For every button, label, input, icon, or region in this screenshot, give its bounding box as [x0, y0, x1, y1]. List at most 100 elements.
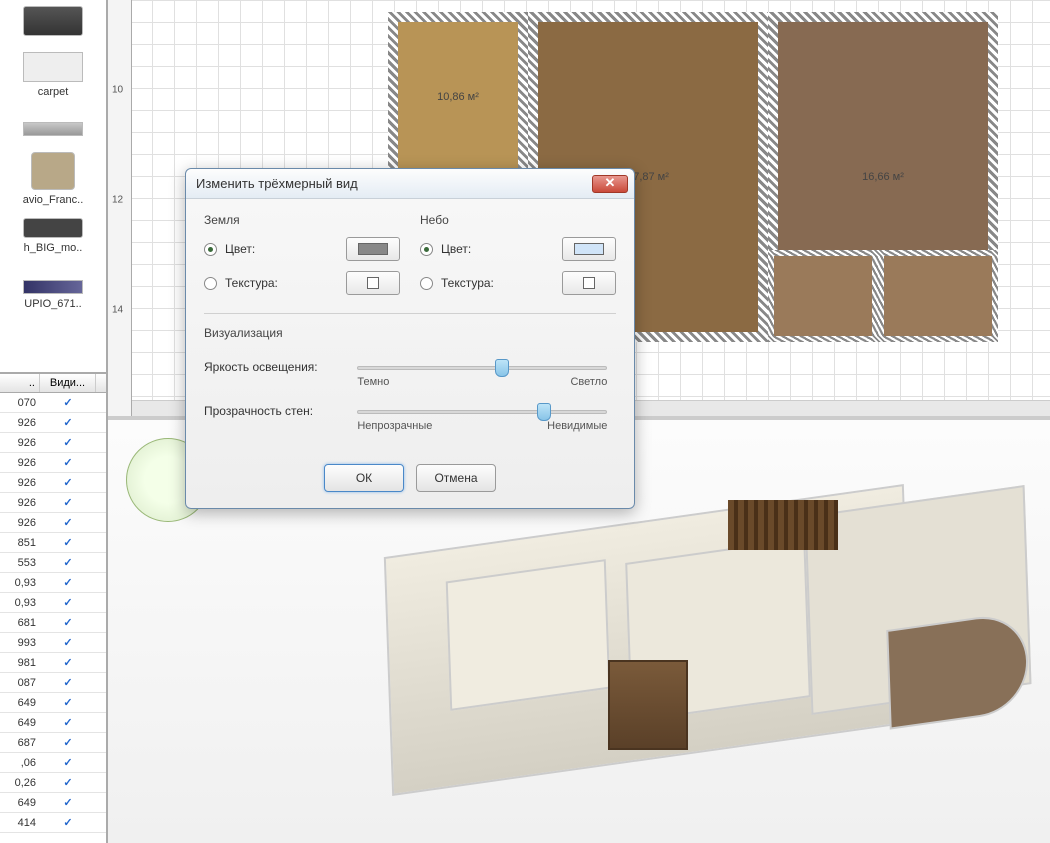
row-checkbox[interactable]: ✓ — [40, 676, 96, 689]
table-row[interactable]: 926✓ — [0, 433, 106, 453]
row-checkbox[interactable]: ✓ — [40, 816, 96, 829]
brightness-max-label: Светло — [570, 376, 607, 388]
room-6[interactable] — [878, 250, 998, 342]
brightness-slider[interactable] — [357, 366, 607, 370]
left-panel: carpet avio_Franc..h_BIG_mo..UPIO_671.. .… — [0, 0, 108, 843]
brightness-slider-thumb[interactable] — [495, 359, 509, 377]
table-row[interactable]: 649✓ — [0, 693, 106, 713]
row-checkbox[interactable]: ✓ — [40, 416, 96, 429]
row-value: 414 — [0, 817, 40, 829]
table-row[interactable]: 981✓ — [0, 653, 106, 673]
table-row[interactable]: 851✓ — [0, 533, 106, 553]
table-row[interactable]: 993✓ — [0, 633, 106, 653]
row-value: 070 — [0, 397, 40, 409]
furniture-item[interactable]: avio_Franc.. — [0, 146, 106, 212]
row-value: 926 — [0, 477, 40, 489]
row-checkbox[interactable]: ✓ — [40, 716, 96, 729]
row-checkbox[interactable]: ✓ — [40, 776, 96, 789]
ground-texture-label: Текстура: — [225, 276, 338, 290]
table-row[interactable]: 649✓ — [0, 793, 106, 813]
row-checkbox[interactable]: ✓ — [40, 636, 96, 649]
sky-texture-radio[interactable] — [420, 277, 433, 290]
check-icon: ✓ — [63, 437, 72, 449]
transparency-slider-thumb[interactable] — [537, 403, 551, 421]
col-header-value[interactable]: .. — [0, 374, 40, 392]
table-row[interactable]: ,06✓ — [0, 753, 106, 773]
row-checkbox[interactable]: ✓ — [40, 576, 96, 589]
check-icon: ✓ — [63, 537, 72, 549]
close-button[interactable]: ✕ — [592, 175, 628, 193]
table-row[interactable]: 0,93✓ — [0, 573, 106, 593]
table-row[interactable]: 926✓ — [0, 453, 106, 473]
check-icon: ✓ — [63, 517, 72, 529]
table-row[interactable]: 687✓ — [0, 733, 106, 753]
ground-color-radio[interactable] — [204, 243, 217, 256]
row-checkbox[interactable]: ✓ — [40, 796, 96, 809]
row-checkbox[interactable]: ✓ — [40, 536, 96, 549]
row-checkbox[interactable]: ✓ — [40, 616, 96, 629]
row-checkbox[interactable]: ✓ — [40, 656, 96, 669]
ground-swatch-icon — [358, 243, 388, 255]
compass-up-icon[interactable] — [160, 441, 176, 457]
table-row[interactable]: 649✓ — [0, 713, 106, 733]
row-checkbox[interactable]: ✓ — [40, 516, 96, 529]
furniture-item[interactable] — [0, 104, 106, 146]
table-row[interactable]: 553✓ — [0, 553, 106, 573]
sky-texture-button[interactable] — [562, 271, 616, 295]
table-row[interactable]: 0,93✓ — [0, 593, 106, 613]
furniture-label: carpet — [2, 86, 104, 98]
furniture-item[interactable]: h_BIG_mo.. — [0, 212, 106, 260]
furniture-item[interactable]: carpet — [0, 46, 106, 104]
ok-button[interactable]: ОК — [324, 464, 404, 492]
row-checkbox[interactable]: ✓ — [40, 436, 96, 449]
row-checkbox[interactable]: ✓ — [40, 756, 96, 769]
row-checkbox[interactable]: ✓ — [40, 476, 96, 489]
properties-table[interactable]: .. Види... 070✓926✓926✓926✓926✓926✓926✓8… — [0, 372, 106, 843]
row-value: 649 — [0, 717, 40, 729]
house-3d-render — [328, 460, 1050, 843]
table-row[interactable]: 926✓ — [0, 493, 106, 513]
row-checkbox[interactable]: ✓ — [40, 456, 96, 469]
compass-down-icon[interactable] — [160, 503, 176, 519]
table-row[interactable]: 926✓ — [0, 413, 106, 433]
table-row[interactable]: 414✓ — [0, 813, 106, 833]
divider — [204, 313, 616, 314]
check-icon: ✓ — [63, 697, 72, 709]
table-row[interactable]: 681✓ — [0, 613, 106, 633]
table-row[interactable]: 087✓ — [0, 673, 106, 693]
room-1[interactable]: 10,86 м² — [388, 12, 528, 182]
close-icon: ✕ — [605, 175, 616, 190]
row-value: 926 — [0, 497, 40, 509]
table-row[interactable]: 070✓ — [0, 393, 106, 413]
row-checkbox[interactable]: ✓ — [40, 696, 96, 709]
furniture-thumb-icon — [31, 152, 75, 190]
transparency-slider[interactable] — [357, 410, 607, 414]
table-row[interactable]: 0,26✓ — [0, 773, 106, 793]
furniture-item[interactable] — [0, 0, 106, 46]
col-header-visible[interactable]: Види... — [40, 374, 96, 392]
furniture-thumb-icon — [23, 280, 83, 294]
row-checkbox[interactable]: ✓ — [40, 496, 96, 509]
brightness-min-label: Темно — [357, 376, 389, 388]
ruler-tick: 14 — [112, 305, 123, 316]
ground-color-button[interactable] — [346, 237, 400, 261]
dialog-titlebar[interactable]: Изменить трёхмерный вид ✕ — [186, 169, 634, 199]
check-icon: ✓ — [63, 797, 72, 809]
compass-left-icon[interactable] — [129, 472, 145, 488]
furniture-thumb-icon — [23, 52, 83, 82]
row-checkbox[interactable]: ✓ — [40, 396, 96, 409]
row-checkbox[interactable]: ✓ — [40, 736, 96, 749]
table-row[interactable]: 926✓ — [0, 513, 106, 533]
row-checkbox[interactable]: ✓ — [40, 596, 96, 609]
check-icon: ✓ — [63, 557, 72, 569]
sky-color-button[interactable] — [562, 237, 616, 261]
sky-color-radio[interactable] — [420, 243, 433, 256]
room-5[interactable] — [768, 250, 878, 342]
cancel-button[interactable]: Отмена — [416, 464, 496, 492]
ground-texture-radio[interactable] — [204, 277, 217, 290]
table-row[interactable]: 926✓ — [0, 473, 106, 493]
furniture-thumb-icon — [23, 122, 83, 136]
ground-texture-button[interactable] — [346, 271, 400, 295]
furniture-item[interactable]: UPIO_671.. — [0, 260, 106, 316]
row-checkbox[interactable]: ✓ — [40, 556, 96, 569]
